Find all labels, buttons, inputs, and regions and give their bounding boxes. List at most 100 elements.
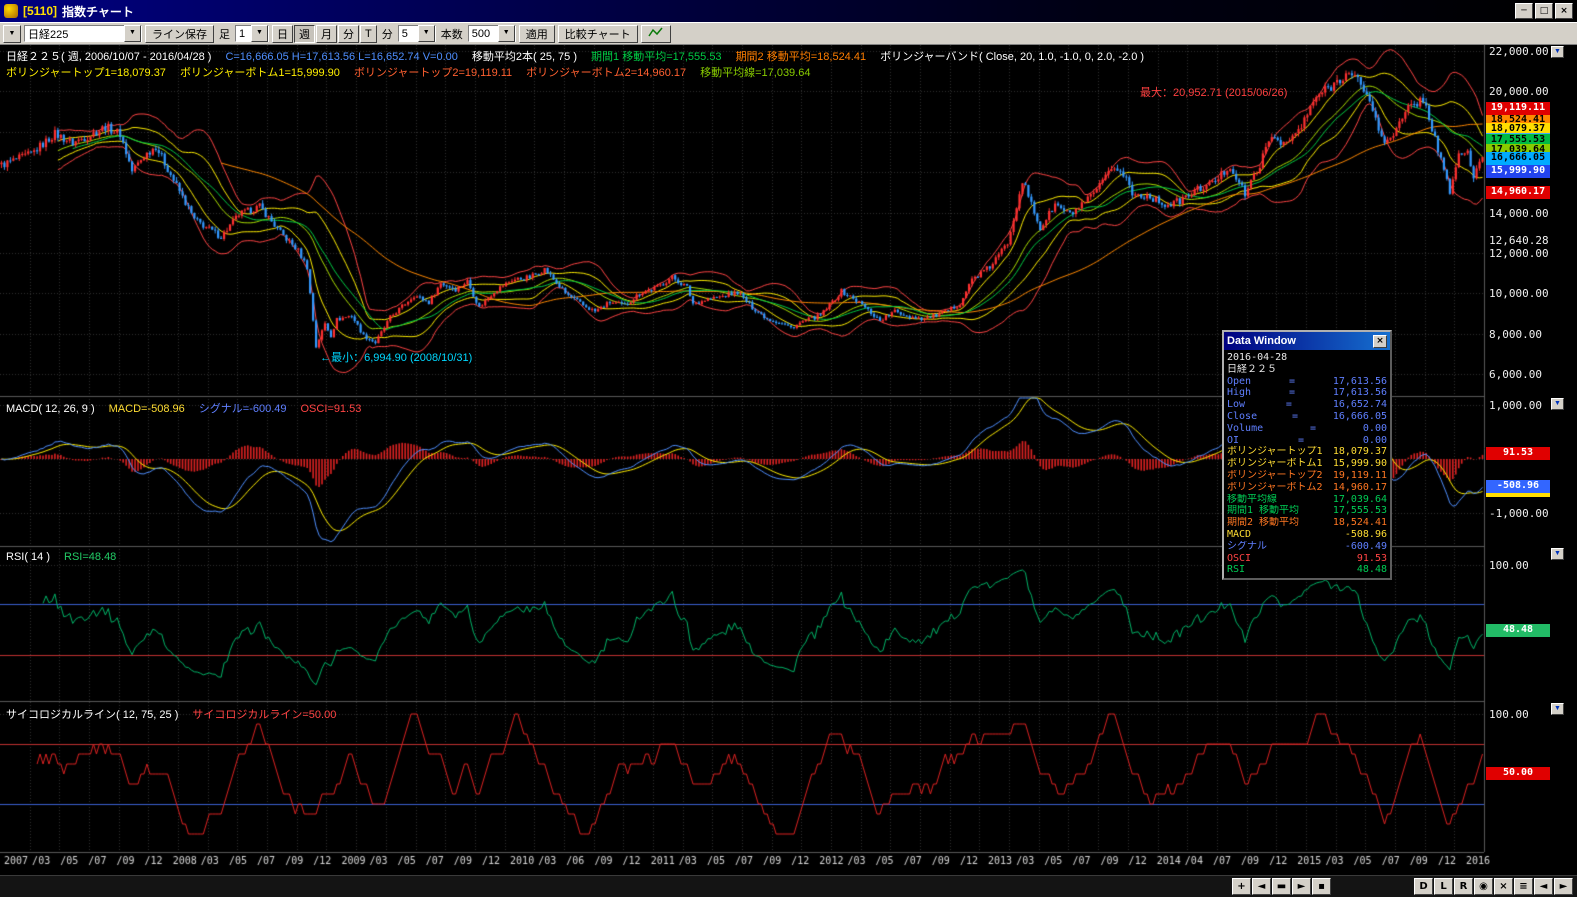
- bars-select-value: 500: [472, 28, 490, 40]
- trendline-icon: [648, 26, 664, 38]
- macd-panel-menu-button[interactable]: ▼: [1551, 398, 1564, 410]
- period-button-group: 日週月分T: [272, 25, 377, 43]
- price-header-line1: 日経２２５( 週, 2006/10/07 - 2016/04/28 )C=16,…: [6, 48, 1158, 64]
- min-price-annotation: ←最小：6,994.90 (2008/10/31): [320, 349, 472, 365]
- psy-panel-menu-button[interactable]: ▼: [1551, 703, 1564, 715]
- status-bar: +◄▬►▪ DLR◉×≡◄►: [0, 875, 1577, 897]
- maximize-button[interactable]: □: [1535, 3, 1553, 19]
- data-window-close-button[interactable]: ×: [1373, 335, 1387, 348]
- data-window-row: OSCI91.53: [1224, 553, 1390, 565]
- price-axis-label: 8,000.00: [1489, 328, 1561, 341]
- price-header-line2: ボリンジャートップ1=18,079.37 ボリンジャーボトム1=15,999.90…: [6, 64, 824, 80]
- page-right-button[interactable]: ►: [1554, 878, 1573, 895]
- psychological-header: サイコロジカルライン( 12, 75, 25 ) サイコロジカルライン=50.00: [6, 706, 350, 722]
- price-header-item: 日経２２５( 週, 2006/10/07 - 2016/04/28 ): [6, 51, 211, 63]
- mode-l-button[interactable]: L: [1434, 878, 1453, 895]
- rsi-header-item: RSI( 14 ): [6, 551, 50, 563]
- macd-header-item: MACD=-508.96: [109, 403, 185, 415]
- compare-chart-button[interactable]: 比較チャート: [558, 25, 638, 43]
- period-button-分[interactable]: 分: [338, 25, 359, 43]
- scroll-dot-button[interactable]: ▪: [1312, 878, 1331, 895]
- rsi-value-tag: 48.48: [1486, 624, 1550, 637]
- period-button-月[interactable]: 月: [316, 25, 337, 43]
- data-window-row: ボリンジャートップ219,119.11: [1224, 470, 1390, 482]
- statusbar-scroll-buttons: +◄▬►▪: [1232, 878, 1331, 895]
- chevron-down-icon: ▼: [498, 25, 515, 42]
- data-window-row: 期間2 移動平均18,524.41: [1224, 517, 1390, 529]
- rsi-axis-label: 100.00: [1489, 559, 1561, 572]
- data-window[interactable]: Data Window × 2016-04-28日経２２５Open=17,613…: [1222, 330, 1392, 580]
- data-window-row: Low=16,652.74: [1224, 399, 1390, 411]
- zoom-button[interactable]: ◉: [1474, 878, 1493, 895]
- price-axis-label: 10,000.00: [1489, 287, 1561, 300]
- period-button-日[interactable]: 日: [272, 25, 293, 43]
- data-window-titlebar[interactable]: Data Window ×: [1224, 332, 1390, 350]
- price-value-tag: 19,119.11: [1486, 102, 1550, 115]
- scroll-thumb-button[interactable]: ▬: [1272, 878, 1291, 895]
- mode-r-button[interactable]: R: [1454, 878, 1473, 895]
- price-panel-menu-button[interactable]: ▼: [1551, 46, 1564, 58]
- symbol-select-value: 日経225: [28, 26, 68, 42]
- macd-header-item: MACD( 12, 26, 9 ): [6, 403, 95, 415]
- window-title-code: [5110]: [23, 4, 57, 18]
- rsi-header: RSI( 14 ) RSI=48.48: [6, 551, 130, 563]
- app-icon: [4, 4, 18, 18]
- page-left-button[interactable]: ◄: [1534, 878, 1553, 895]
- mode-d-button[interactable]: D: [1414, 878, 1433, 895]
- apply-button[interactable]: 適用: [519, 25, 555, 43]
- interval-select[interactable]: 1 ▼: [235, 25, 269, 42]
- data-window-row: Close=16,666.05: [1224, 411, 1390, 423]
- bollinger-header-item: ボリンジャートップ2=19,119.11: [354, 67, 512, 79]
- bollinger-header-item: ボリンジャーボトム2=14,960.17: [526, 67, 686, 79]
- chart-menu-button[interactable]: ▼: [3, 25, 21, 43]
- data-window-row: Open=17,613.56: [1224, 376, 1390, 388]
- data-window-row: ボリンジャートップ118,079.37: [1224, 446, 1390, 458]
- bollinger-header-item: ボリンジャートップ1=18,079.37: [6, 67, 166, 79]
- rsi-panel-menu-button[interactable]: ▼: [1551, 548, 1564, 560]
- data-window-row: 移動平均線17,039.64: [1224, 494, 1390, 506]
- price-header-item: 期間1 移動平均=17,555.53: [591, 51, 722, 63]
- scroll-left-button[interactable]: ◄: [1252, 878, 1271, 895]
- macd-header-item: OSCI=91.53: [301, 403, 362, 415]
- data-window-rows: 2016-04-28日経２２５Open=17,613.56High=17,613…: [1224, 350, 1390, 578]
- period-button-週[interactable]: 週: [294, 25, 315, 43]
- scroll-right-button[interactable]: ►: [1292, 878, 1311, 895]
- price-header-item: ボリンジャーバンド( Close, 20, 1.0, -1.0, 0, 2.0,…: [880, 51, 1144, 63]
- psychological-header-item: サイコロジカルライン( 12, 75, 25 ): [6, 709, 178, 721]
- psy-value-tag: 50.00: [1486, 767, 1550, 780]
- interval-select-value: 1: [239, 28, 245, 40]
- data-window-row: ボリンジャーボトム115,999.90: [1224, 458, 1390, 470]
- chevron-down-icon: ▼: [251, 25, 268, 42]
- minute-select[interactable]: 5 ▼: [398, 25, 436, 42]
- line-save-button[interactable]: ライン保存: [145, 25, 214, 43]
- window-controls: ─ □ ×: [1515, 3, 1573, 19]
- period-button-T[interactable]: T: [360, 25, 377, 43]
- scroll-plus-button[interactable]: +: [1232, 878, 1251, 895]
- psychological-header-item: サイコロジカルライン=50.00: [192, 709, 336, 721]
- data-window-title: Data Window: [1227, 335, 1296, 347]
- price-value-tag: 16,666.05: [1486, 152, 1550, 165]
- data-window-row: 日経２２５: [1224, 364, 1390, 376]
- minute-select-value: 5: [402, 28, 408, 40]
- app-window: [5110] 指数チャート ─ □ × ▼ 日経225 ▼ ライン保存 足 1 …: [0, 0, 1577, 897]
- trendline-tool-button[interactable]: [641, 25, 671, 43]
- minimize-button[interactable]: ─: [1515, 3, 1533, 19]
- bars-label: 本数: [439, 26, 465, 42]
- rsi-header-item: RSI=48.48: [64, 551, 116, 563]
- chevron-down-icon: ▼: [124, 25, 141, 42]
- symbol-select[interactable]: 日経225 ▼: [24, 25, 142, 42]
- data-window-row: RSI48.48: [1224, 564, 1390, 576]
- close-chart-button[interactable]: ×: [1494, 878, 1513, 895]
- bars-select[interactable]: 500 ▼: [468, 25, 516, 42]
- toolbar: ▼ 日経225 ▼ ライン保存 足 1 ▼ 日週月分T 分 5 ▼ 本数 500…: [0, 22, 1577, 45]
- macd-axis-label: -1,000.00: [1489, 507, 1561, 520]
- data-window-row: High=17,613.56: [1224, 387, 1390, 399]
- ashi-label: 足: [217, 26, 232, 42]
- price-axis-label: 12,640.28: [1489, 234, 1561, 247]
- statusbar-mode-buttons: DLR◉×≡◄►: [1414, 878, 1573, 895]
- close-button[interactable]: ×: [1555, 3, 1573, 19]
- bollinger-header-item: ボリンジャーボトム1=15,999.90: [180, 67, 340, 79]
- data-window-row: 期間1 移動平均17,555.53: [1224, 505, 1390, 517]
- data-window-row: シグナル-600.49: [1224, 541, 1390, 553]
- list-button[interactable]: ≡: [1514, 878, 1533, 895]
